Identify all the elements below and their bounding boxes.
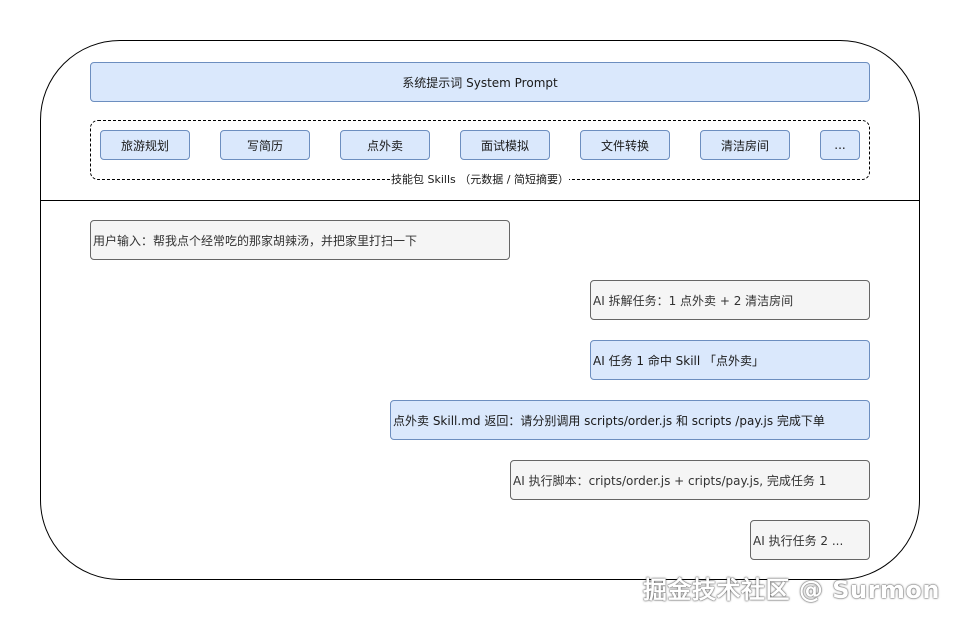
ai-skill-hit-message: AI 任务 1 命中 Skill 「点外卖」 bbox=[590, 340, 870, 380]
skill-clean-room: 清洁房间 bbox=[700, 130, 790, 160]
skill-file-convert: 文件转换 bbox=[580, 130, 670, 160]
section-divider bbox=[40, 200, 920, 201]
user-input-message: 用户输入：帮我点个经常吃的那家胡辣汤，并把家里打扫一下 bbox=[90, 220, 510, 260]
ai-run-scripts-message: AI 执行脚本：cripts/order.js + cripts/pay.js,… bbox=[510, 460, 870, 500]
skill-more: ... bbox=[820, 130, 860, 160]
system-prompt-box: 系统提示词 System Prompt bbox=[90, 62, 870, 102]
ai-task-split-message: AI 拆解任务：1 点外卖 + 2 清洁房间 bbox=[590, 280, 870, 320]
watermark: 掘金技术社区 @ Surmon bbox=[643, 576, 940, 604]
skill-order-takeout: 点外卖 bbox=[340, 130, 430, 160]
skill-md-return-message: 点外卖 Skill.md 返回：请分别调用 scripts/order.js 和… bbox=[390, 400, 870, 440]
skill-travel-planning: 旅游规划 bbox=[100, 130, 190, 160]
skills-group-label: 技能包 Skills （元数据 / 简短摘要） bbox=[391, 173, 569, 186]
skill-interview-mock: 面试模拟 bbox=[460, 130, 550, 160]
skill-write-resume: 写简历 bbox=[220, 130, 310, 160]
ai-task-2-message: AI 执行任务 2 ... bbox=[750, 520, 870, 560]
